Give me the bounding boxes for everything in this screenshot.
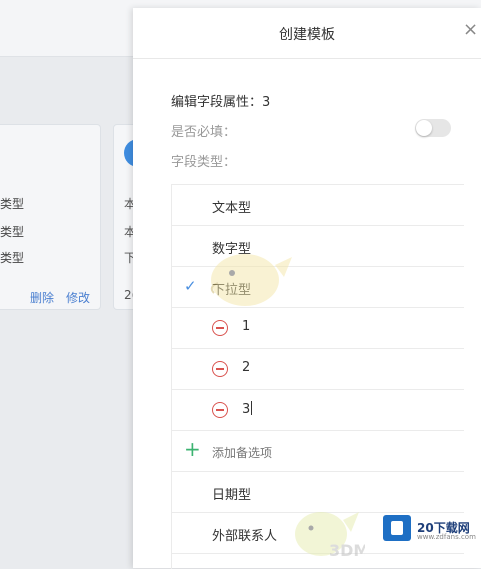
add-option-row: + 添加备选项 [172,431,464,472]
required-toggle[interactable] [415,119,451,137]
watermark-logo: 20下载网 www.zdfans.com [383,515,479,541]
add-option-button[interactable]: 添加备选项 [212,444,272,461]
type-option-label: 日期型 [212,488,252,503]
dropdown-option-value[interactable]: 1 [242,319,250,334]
dropdown-option-value-input[interactable]: 3 [242,401,253,417]
dropdown-option-row: 3 [172,390,464,431]
create-template-panel: 创建模板 × 编辑字段属性：3 是否必填： 字段类型： 文本型 数字型 ✓ 下拉… [133,8,481,569]
watermark-bird-icon: 3DM [295,512,365,560]
type-option-label: 文本型 [212,201,252,216]
panel-title: 创建模板 [279,27,335,43]
remove-option-icon[interactable] [212,361,228,377]
edit-link[interactable]: 修改 [66,289,90,306]
watermark-url: www.zdfans.com [417,533,476,541]
type-option-label: 外部联系人 [212,529,278,544]
panel-header: 创建模板 × [133,8,481,59]
dropdown-option-row: 2 [172,349,464,390]
delete-link[interactable]: 删除 [30,289,54,306]
field-type-label: 字段类型： [171,155,237,170]
type-option-text[interactable]: 文本型 [172,185,464,226]
add-icon[interactable]: + [184,439,201,459]
dropdown-option-value[interactable]: 3 [242,402,250,417]
field-attributes-label: 编辑字段属性：3 [171,95,271,110]
text-caret [251,401,253,415]
card-row: 类型 [0,225,25,239]
card-row: 类型 [0,197,25,211]
watermark-3dm: 3DM [329,541,365,560]
watermark-logo-icon [383,515,411,541]
watermark-bird-icon [210,254,292,306]
close-icon[interactable]: × [463,20,481,40]
check-icon: ✓ [184,277,197,295]
dropdown-option-value[interactable]: 2 [242,360,250,375]
toggle-knob [416,120,432,136]
background-template-card: 类型 类型 类型 删除 修改 [0,124,101,310]
card-row: 类型 [0,251,25,265]
remove-option-icon[interactable] [212,320,228,336]
required-label: 是否必填： [171,125,237,140]
remove-option-icon[interactable] [212,402,228,418]
